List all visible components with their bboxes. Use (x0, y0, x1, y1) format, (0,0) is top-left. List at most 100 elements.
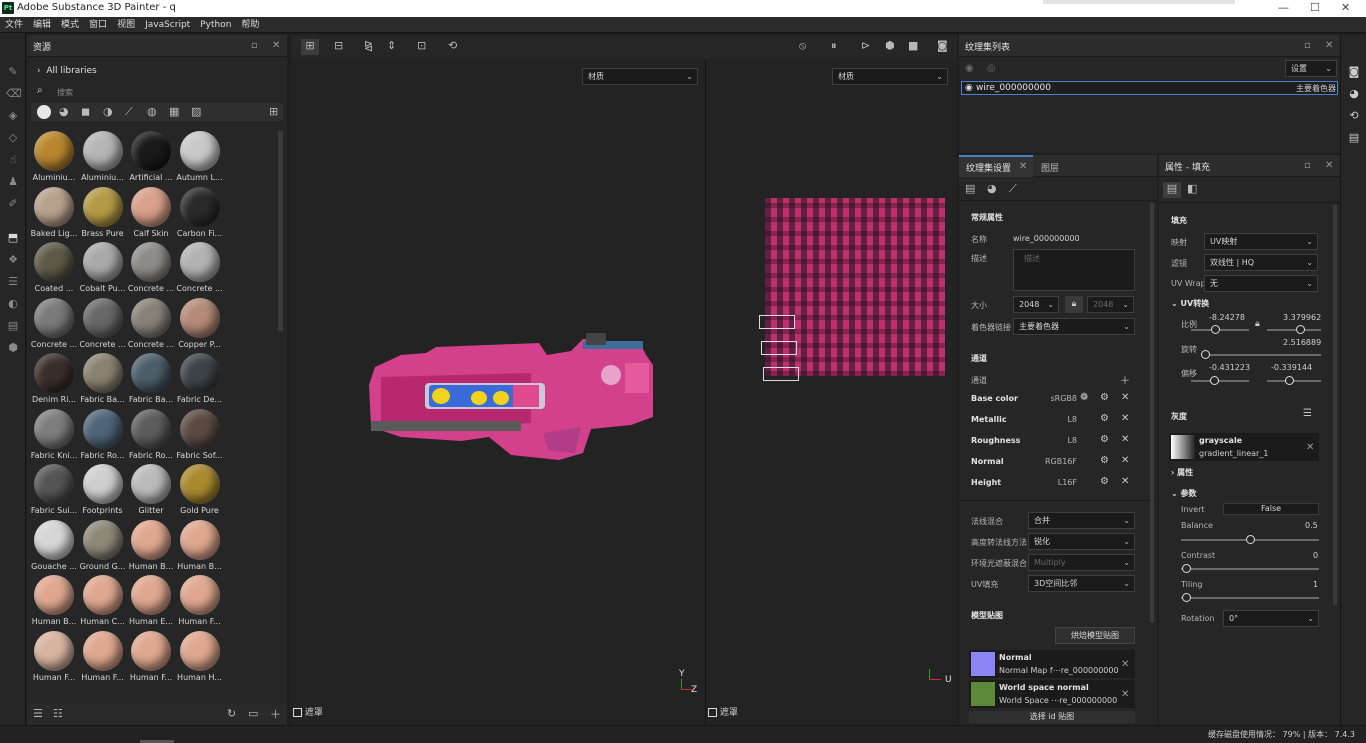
close-panel-icon[interactable]: ✕ (1325, 40, 1333, 51)
material-thumbnail[interactable]: Human B... (126, 519, 176, 576)
viewport-mask-right[interactable]: 遮罩 (708, 705, 738, 718)
scale-x-handle[interactable] (1211, 325, 1220, 334)
history-icon[interactable]: ⟲ (448, 39, 457, 52)
material-icon[interactable]: ◕ (987, 182, 997, 195)
remove-channel-icon[interactable]: ✕ (1121, 392, 1129, 403)
smart-materials-filter-icon[interactable]: ◕ (59, 105, 69, 118)
channel-format[interactable]: sRGB8 (1019, 394, 1077, 403)
menu-edit[interactable]: 编辑 (28, 17, 56, 33)
gear-icon[interactable]: ⚙ (1100, 413, 1109, 424)
tab-layers[interactable]: 图层 (1041, 161, 1059, 174)
material-fill-icon[interactable]: ▤ (1163, 182, 1181, 198)
eraser-icon[interactable]: ⌫ (6, 87, 22, 101)
screenshot-icon[interactable]: ◙ (937, 39, 948, 52)
material-thumbnail[interactable]: Carbon Fi... (175, 186, 225, 243)
layers-stack-icon[interactable]: ☰ (6, 275, 20, 289)
channel-format[interactable]: L16F (1019, 478, 1077, 487)
material-thumbnail[interactable]: Human F... (126, 630, 176, 687)
viewport-3d-channel-dropdown[interactable]: 材质 ⌄ (582, 68, 698, 85)
material-thumbnail[interactable]: Human C... (78, 575, 128, 631)
menu-python[interactable]: Python (195, 17, 236, 33)
gradient-icon[interactable]: ◧ (1187, 182, 1197, 195)
settings-scrollbar[interactable] (1150, 203, 1154, 623)
menu-icon[interactable]: ☰ (1303, 408, 1312, 419)
offset-y-handle[interactable] (1285, 376, 1294, 385)
material-thumbnail[interactable]: Gold Pure (175, 464, 225, 520)
particles-filter-icon[interactable]: ◍ (147, 105, 157, 118)
materials-icon[interactable]: ❖ (6, 253, 20, 267)
log-icon[interactable]: ▤ (1347, 131, 1361, 145)
rotation-slider[interactable] (1201, 354, 1321, 356)
attributes-header[interactable]: › 属性 (1171, 467, 1193, 478)
material-thumbnail[interactable]: Denim Ri... (29, 353, 79, 409)
projection-dropdown[interactable]: UV映射 ⌄ (1204, 233, 1318, 250)
menu-view[interactable]: 视图 (112, 17, 140, 33)
contrast-slider[interactable] (1181, 568, 1319, 570)
search-input[interactable]: 搜索 (57, 87, 73, 98)
material-thumbnail[interactable]: Gouache ... (29, 519, 79, 576)
viewer-settings-icon[interactable]: ◙ (1347, 65, 1361, 79)
eye-off-icon[interactable]: ◎ (987, 63, 996, 74)
gear-icon[interactable]: ⚙ (1100, 476, 1109, 487)
material-thumbnail[interactable]: Concrete ... (126, 242, 176, 298)
material-thumbnail[interactable]: Coated ... (29, 242, 79, 298)
lock-icon[interactable]: 🔒︎ (1065, 296, 1083, 313)
materials-filter-icon[interactable] (37, 105, 51, 119)
textures-filter-icon[interactable]: ▦ (169, 105, 179, 118)
material-thumbnail[interactable]: Fabric Ro... (78, 408, 128, 465)
material-thumbnail[interactable]: Copper P... (175, 297, 225, 354)
channel-format[interactable]: L8 (1019, 415, 1077, 424)
eye-icon[interactable]: ◉ (965, 63, 974, 74)
material-thumbnail[interactable]: Autumn L... (175, 131, 225, 187)
filter-dropdown[interactable]: 双线性 | HQ ⌄ (1204, 254, 1318, 271)
material-thumbnail[interactable]: Brass Pure (78, 186, 128, 243)
shader-dropdown[interactable]: 主要着色器 ⌄ (1013, 318, 1135, 335)
tab-texture-set-settings[interactable]: 纹理集设置 ✕ (959, 155, 1033, 177)
assets-shelf-icon[interactable]: ⬒ (6, 231, 20, 245)
material-thumbnail[interactable]: Calf Skin (126, 186, 176, 243)
display-settings-icon[interactable]: ◕ (1347, 87, 1361, 101)
gear-icon[interactable]: ⚙ (1100, 455, 1109, 466)
material-thumbnail[interactable]: Footprints (78, 464, 128, 520)
remove-channel-icon[interactable]: ✕ (1121, 476, 1129, 487)
rotation-handle[interactable] (1201, 350, 1210, 359)
menu-help[interactable]: 帮助 (236, 17, 264, 33)
scale-y-handle[interactable] (1296, 325, 1305, 334)
lock-icon[interactable]: 🔒︎ (1255, 319, 1260, 329)
material-thumbnail[interactable]: Fabric Sof... (175, 408, 225, 465)
clone-stamp-icon[interactable]: ♟ (6, 175, 20, 189)
scale-x-slider[interactable] (1191, 329, 1249, 331)
checkbox-icon[interactable] (293, 708, 302, 717)
list-view-icon[interactable]: ☰ (33, 707, 43, 720)
gear-icon[interactable]: ⚙ (1100, 434, 1109, 445)
menu-javascript[interactable]: JavaScript (140, 17, 195, 33)
uv-transform-header[interactable]: ⌄ UV转换 (1171, 298, 1209, 309)
remove-icon[interactable]: ✕ (1121, 659, 1129, 670)
close-tab-icon[interactable]: ✕ (1019, 161, 1027, 172)
material-thumbnail[interactable]: Fabric Sui... (29, 464, 79, 520)
shader-icon[interactable]: ◐ (6, 297, 20, 311)
maximize-button[interactable]: ☐ (1310, 1, 1320, 14)
material-thumbnail[interactable]: Human B... (29, 575, 79, 631)
generators-filter-icon[interactable]: ◑ (103, 105, 113, 118)
remove-icon[interactable]: ✕ (1306, 442, 1314, 453)
tiling-slider[interactable] (1181, 597, 1319, 599)
video-icon[interactable]: ■ (908, 39, 918, 52)
material-thumbnail[interactable]: Human B... (175, 519, 225, 576)
material-thumbnail[interactable]: Concrete ... (78, 297, 128, 354)
material-thumbnail[interactable]: Concrete ... (175, 242, 225, 298)
height-to-normal-dropdown[interactable]: 锐化 ⌄ (1028, 533, 1135, 550)
remove-channel-icon[interactable]: ✕ (1121, 413, 1129, 424)
hide-icon[interactable]: ⦸ (799, 39, 806, 53)
pause-icon[interactable]: ⏸ (831, 39, 837, 53)
material-thumbnail[interactable]: Human F... (78, 630, 128, 687)
close-window-button[interactable]: ✕ (1341, 1, 1350, 14)
projection-icon[interactable]: ◈ (6, 109, 20, 123)
texture-set-icon[interactable]: ▤ (965, 182, 975, 195)
uv-icon[interactable]: ⟋ (1009, 182, 1017, 196)
tiling-handle[interactable] (1182, 593, 1191, 602)
minimize-button[interactable]: — (1278, 1, 1289, 14)
folder-icon[interactable]: ▭ (248, 707, 258, 720)
add-channel-icon[interactable]: ＋ (1120, 372, 1130, 387)
bake-mesh-maps-button[interactable]: 烘焙模型贴图 (1055, 627, 1135, 644)
